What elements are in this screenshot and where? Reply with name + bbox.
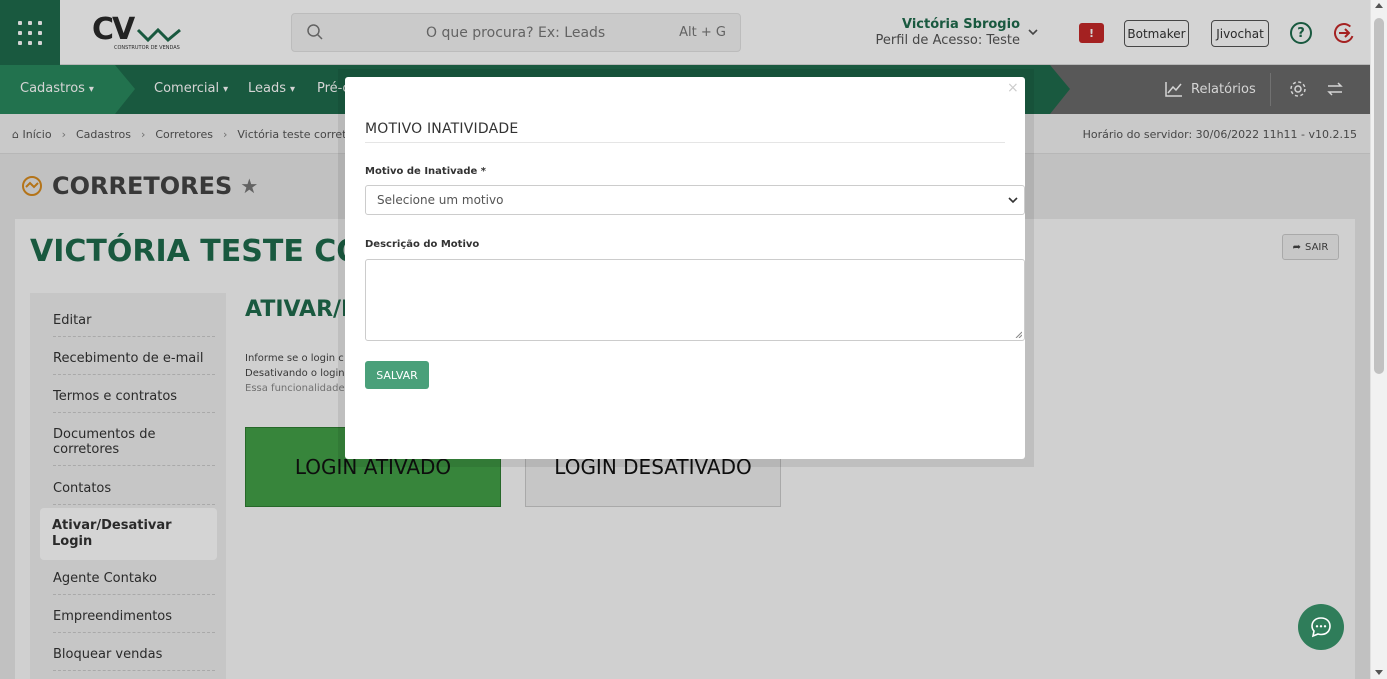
description-textarea[interactable] bbox=[365, 259, 1025, 341]
scroll-down-icon[interactable] bbox=[1375, 670, 1383, 675]
chat-button[interactable] bbox=[1298, 604, 1344, 650]
resize-handle-icon[interactable] bbox=[1015, 331, 1022, 338]
modal-divider bbox=[365, 142, 1005, 143]
scroll-thumb[interactable] bbox=[1374, 18, 1384, 374]
chat-bubble-icon bbox=[1311, 617, 1331, 638]
inactivity-modal: × MOTIVO INATIVIDADE Motivo de Inativade… bbox=[345, 77, 1025, 459]
save-button[interactable]: SALVAR bbox=[365, 361, 429, 389]
reason-label: Motivo de Inativade * bbox=[365, 166, 487, 177]
reason-select-value: Selecione um motivo bbox=[377, 193, 504, 207]
chevron-down-icon bbox=[1008, 197, 1018, 204]
page-scrollbar[interactable] bbox=[1370, 0, 1387, 679]
reason-select[interactable]: Selecione um motivo bbox=[365, 185, 1025, 215]
description-label: Descrição do Motivo bbox=[365, 239, 480, 250]
modal-title: MOTIVO INATIVIDADE bbox=[365, 121, 519, 137]
close-icon[interactable]: × bbox=[1007, 80, 1019, 96]
scroll-up-icon[interactable] bbox=[1375, 3, 1383, 8]
